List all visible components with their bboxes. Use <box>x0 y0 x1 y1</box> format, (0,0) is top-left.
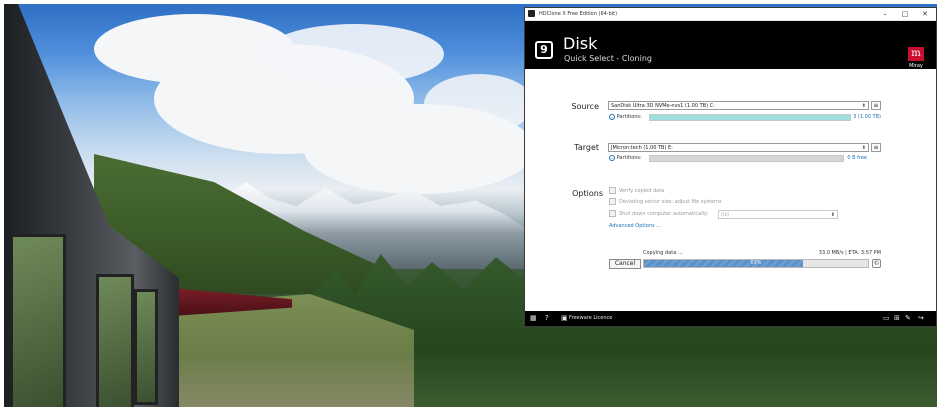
target-partition-info: 0 B free <box>847 155 867 161</box>
apps-icon[interactable]: ▦ <box>530 311 537 326</box>
monitor-icon[interactable]: ▭ <box>883 311 890 326</box>
target-menu-button[interactable]: ≡ <box>871 143 881 152</box>
footer-bar: ▦ ? ▣ Freeware Licence ▭ ⊞ ✎ ↪ <box>525 311 936 326</box>
source-partitions-label: Partitions: <box>616 114 642 120</box>
shutdown-option[interactable]: Shut down computer automatically: <box>609 210 708 218</box>
source-label: Source <box>571 102 599 111</box>
advanced-options-link[interactable]: Advanced Options ... <box>609 222 661 230</box>
status-text: Copying data ... <box>643 250 683 256</box>
page-title: Disk <box>563 34 598 53</box>
source-partition-info: 3 (1.00 TB) <box>853 114 881 120</box>
page-subtitle: Quick Select - Cloning <box>564 54 652 63</box>
chevron-down-icon: ⬍ <box>861 145 866 151</box>
train-window <box>10 234 66 407</box>
window-title: HDClone X Free Edition (64-bit) <box>539 11 618 17</box>
deviating-option-label: Deviating sector size: adjust file syste… <box>619 199 722 205</box>
shutdown-select[interactable]: (ls) ⬍ <box>718 210 838 219</box>
deviating-option[interactable]: Deviating sector size: adjust file syste… <box>609 198 722 206</box>
source-partition-fill <box>650 115 850 120</box>
target-select-value: JMicron:tech (1.00 TB) E: <box>611 145 673 151</box>
cloud <box>424 74 534 134</box>
source-partition-bar <box>649 114 851 121</box>
target-label: Target <box>574 143 599 152</box>
target-partition-bar <box>649 155 844 162</box>
cloud <box>264 24 444 84</box>
source-select-value: SanDisk Ultra 3D NVMe-nvs1 (1.00 TB) C: <box>611 103 715 109</box>
cancel-button[interactable]: Cancel <box>609 259 641 269</box>
verify-checkbox[interactable] <box>609 187 616 194</box>
licence-link[interactable]: Freeware Licence <box>569 311 612 326</box>
page-header: 9 Disk Quick Select - Cloning m Miray <box>525 21 936 69</box>
licence-icon: ▣ <box>561 314 568 322</box>
train-window <box>96 274 134 407</box>
target-partitions-label: Partitions: <box>616 155 642 161</box>
chevron-down-icon: ⬍ <box>830 212 835 218</box>
miray-logo: m <box>908 47 924 61</box>
info-button[interactable]: © <box>872 259 881 268</box>
options-label: Options <box>572 189 603 198</box>
exit-icon[interactable]: ↪ <box>918 311 924 326</box>
target-select[interactable]: JMicron:tech (1.00 TB) E: ⬍ <box>608 143 869 152</box>
grid-icon[interactable]: ⊞ <box>894 311 900 326</box>
miray-logo-text: Miray <box>909 63 923 69</box>
title-bar[interactable]: HDClone X Free Edition (64-bit) – □ ✕ <box>525 8 936 21</box>
shutdown-option-label: Shut down computer automatically: <box>619 211 709 217</box>
minimize-button[interactable]: – <box>876 8 894 20</box>
close-button[interactable]: ✕ <box>916 8 934 20</box>
disk-icon: 9 <box>535 41 553 59</box>
target-partition-fill <box>650 156 843 161</box>
verify-option-label: Verify copied data <box>619 188 665 194</box>
collapse-icon: − <box>609 154 615 161</box>
progress-bar: 69% <box>643 259 869 268</box>
source-select[interactable]: SanDisk Ultra 3D NVMe-nvs1 (1.00 TB) C: … <box>608 101 869 110</box>
shutdown-checkbox[interactable] <box>609 210 616 217</box>
wrench-icon[interactable]: ✎ <box>905 311 911 326</box>
transfer-rate: 33.0 MB/s | ETA: 3:57 PM <box>818 250 881 256</box>
hdclone-window: HDClone X Free Edition (64-bit) – □ ✕ 9 … <box>525 8 936 326</box>
source-partitions[interactable]: − Partitions: <box>609 113 642 121</box>
deviating-checkbox[interactable] <box>609 198 616 205</box>
verify-option[interactable]: Verify copied data <box>609 187 664 195</box>
source-menu-button[interactable]: ≡ <box>871 101 881 110</box>
train-window <box>134 289 158 405</box>
maximize-button[interactable]: □ <box>896 8 914 20</box>
target-partitions[interactable]: − Partitions: <box>609 154 642 162</box>
shutdown-select-value: (ls) <box>721 212 729 218</box>
app-icon <box>528 10 535 17</box>
progress-percent: 69% <box>750 260 762 266</box>
collapse-icon: − <box>609 113 615 120</box>
help-icon[interactable]: ? <box>545 311 549 326</box>
chevron-down-icon: ⬍ <box>861 103 866 109</box>
